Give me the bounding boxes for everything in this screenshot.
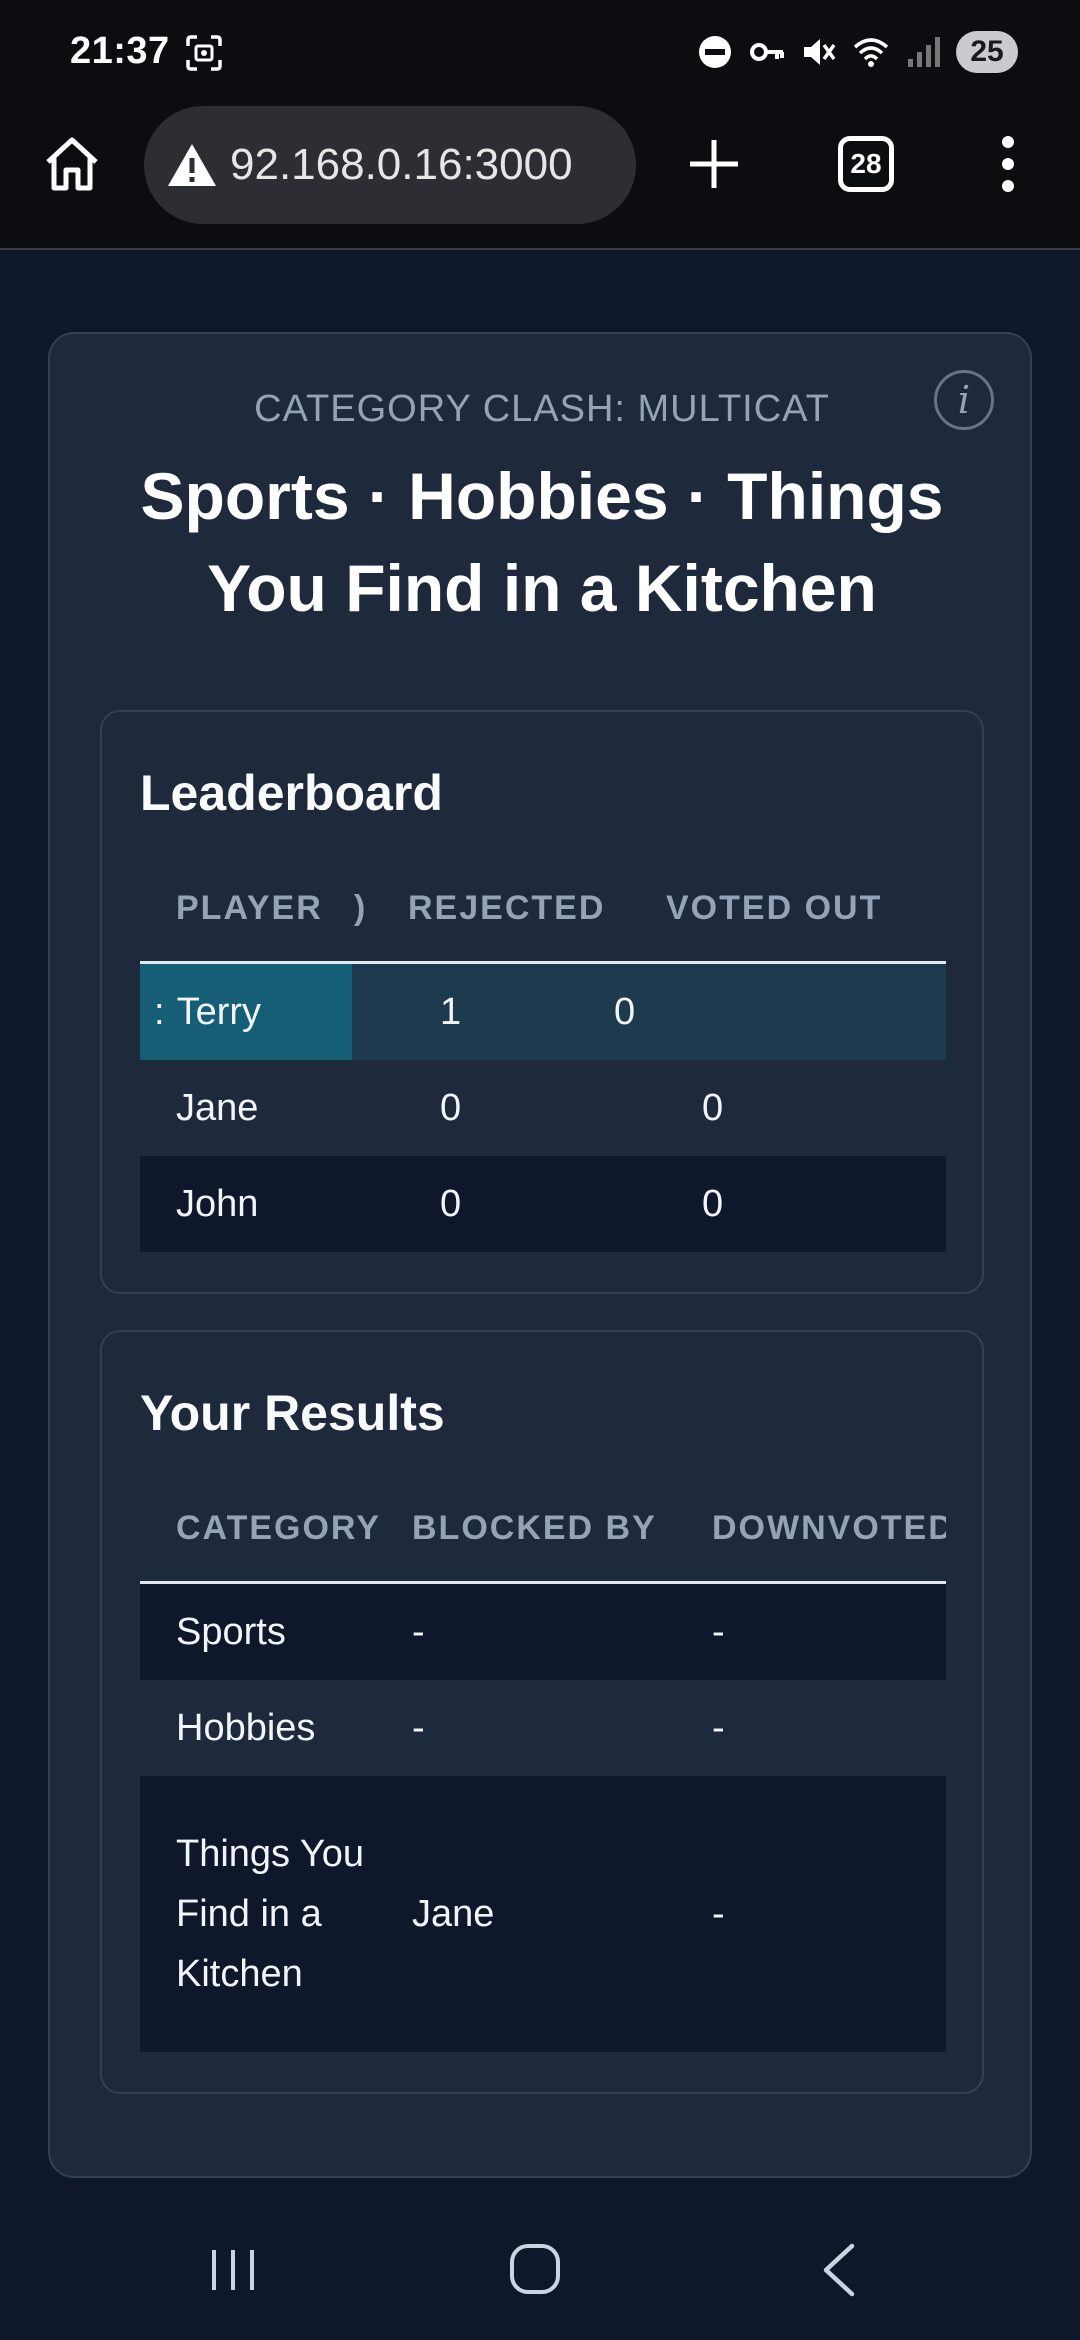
screenshot-icon xyxy=(186,35,222,71)
voted-out-value: 0 xyxy=(702,1182,724,1225)
results-panel: Your Results CATEGORY BLOCKED BY DOWNVOT… xyxy=(100,1330,984,2094)
table-row: John 0 0 xyxy=(140,1156,946,1252)
url-text[interactable]: 92.168.0.16:3000 xyxy=(230,140,573,190)
home-nav-icon[interactable] xyxy=(508,2242,562,2296)
category-value: Hobbies xyxy=(176,1706,316,1749)
voted-out-value: 0 xyxy=(614,990,636,1033)
leaderboard-table: PLAYER ) REJECTED VOTED OUT : Terry 1 0 … xyxy=(140,856,946,1252)
col-downvoted[interactable]: DOWNVOTED xyxy=(712,1509,946,1548)
table-row: Things You Find in a Kitchen Jane - xyxy=(140,1776,946,2052)
results-table: CATEGORY BLOCKED BY DOWNVOTED Sports - -… xyxy=(140,1476,946,2052)
leaderboard-header: PLAYER ) REJECTED VOTED OUT xyxy=(140,856,946,964)
browser-toolbar: 92.168.0.16:3000 28 xyxy=(0,100,1080,250)
plus-icon[interactable] xyxy=(684,134,744,194)
back-icon[interactable] xyxy=(818,2242,858,2298)
vpn-key-icon xyxy=(750,43,784,61)
dnd-icon xyxy=(699,36,731,68)
wifi-icon xyxy=(853,38,889,67)
rejected-value: 1 xyxy=(440,990,462,1033)
col-rejected[interactable]: REJECTED xyxy=(404,889,666,928)
downvoted-value: - xyxy=(712,1706,725,1749)
player-name: Jane xyxy=(176,1086,259,1129)
rejected-value: 0 xyxy=(440,1182,462,1225)
more-vert-icon[interactable] xyxy=(990,132,1026,196)
recent-apps-icon[interactable] xyxy=(208,2246,258,2294)
rejected-value: 0 xyxy=(440,1086,462,1129)
table-row: Hobbies - - xyxy=(140,1680,946,1776)
results-title: Your Results xyxy=(140,1385,445,1441)
system-nav-bar xyxy=(0,2190,1080,2340)
col-player[interactable]: PLAYER xyxy=(140,889,354,928)
table-row: Jane 0 0 xyxy=(140,1060,946,1156)
blocked-by-value: - xyxy=(412,1610,425,1653)
blocked-by-value: - xyxy=(412,1706,425,1749)
table-row: : Terry 1 0 xyxy=(140,964,946,1060)
game-card: i CATEGORY CLASH: MULTICAT Sports · Hobb… xyxy=(48,332,1032,2178)
results-header: CATEGORY BLOCKED BY DOWNVOTED xyxy=(140,1476,946,1584)
leaderboard-panel: Leaderboard PLAYER ) REJECTED VOTED OUT … xyxy=(100,710,984,1294)
status-bar: 21:37 25 xyxy=(0,0,1080,100)
game-mode-label: CATEGORY CLASH: MULTICAT xyxy=(254,388,830,430)
col-clipped: ) xyxy=(354,889,368,927)
downvoted-value: - xyxy=(712,1892,725,1935)
row-marker: : xyxy=(154,990,165,1033)
page-content: i CATEGORY CLASH: MULTICAT Sports · Hobb… xyxy=(0,252,1080,2190)
mute-icon xyxy=(804,39,836,65)
battery-indicator: 25 xyxy=(956,31,1018,73)
col-blocked-by[interactable]: BLOCKED BY xyxy=(412,1509,712,1548)
col-category[interactable]: CATEGORY xyxy=(140,1509,412,1548)
home-icon[interactable] xyxy=(40,132,104,196)
col-voted-out[interactable]: VOTED OUT xyxy=(666,889,926,928)
game-title: Sports · Hobbies · Things You Find in a … xyxy=(140,459,944,625)
player-name: John xyxy=(176,1182,259,1225)
downvoted-value: - xyxy=(712,1610,725,1653)
category-value: Things You Find in a Kitchen xyxy=(176,1833,365,1995)
status-time: 21:37 xyxy=(70,30,170,72)
signal-icon xyxy=(908,37,940,67)
leaderboard-title: Leaderboard xyxy=(140,765,443,821)
warning-icon[interactable] xyxy=(166,141,218,189)
address-bar[interactable]: 92.168.0.16:3000 xyxy=(144,106,636,224)
player-name: Terry xyxy=(176,990,262,1033)
voted-out-value: 0 xyxy=(702,1086,724,1129)
blocked-by-value: Jane xyxy=(412,1892,495,1935)
category-value: Sports xyxy=(176,1610,286,1653)
status-icons: 25 xyxy=(696,30,1018,74)
table-row: Sports - - xyxy=(140,1584,946,1680)
player-cell: : Terry xyxy=(140,964,352,1060)
tab-switcher-button[interactable]: 28 xyxy=(838,136,894,192)
